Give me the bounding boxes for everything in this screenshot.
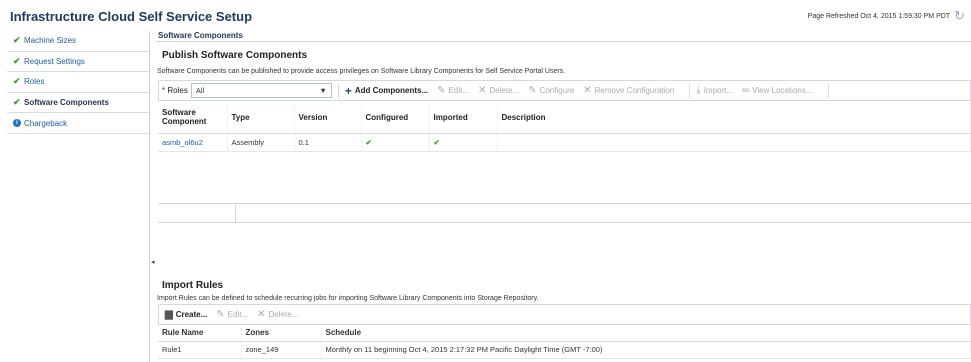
import-rules-title: Import Rules — [162, 280, 224, 291]
column-header-imported[interactable]: Imported — [429, 102, 498, 134]
column-header-version[interactable]: Version — [294, 102, 362, 134]
import-icon: ⤓ — [696, 85, 701, 96]
add-components-button[interactable]: + Add Components... — [345, 84, 428, 98]
import-rules-toolbar: ▆ Create... ✎ Edit... ✕ Delete... — [158, 304, 971, 325]
setup-sidebar: ✔ Machine Sizes ✔ Request Settings ✔ Rol… — [7, 31, 150, 362]
sidebar-item-label: Request Settings — [24, 56, 85, 66]
sidebar-item-machine-sizes[interactable]: ✔ Machine Sizes — [7, 31, 149, 52]
create-label: Create... — [175, 310, 208, 319]
edit-rule-button[interactable]: ✎ Edit... — [216, 309, 248, 320]
zones-cell: zone_149 — [241, 341, 322, 359]
delete-x-icon: ✕ — [257, 309, 266, 320]
schedule-cell: Monthly on 11 beginning Oct 4, 2015 2:17… — [321, 341, 971, 359]
software-component-link[interactable]: asmb_ol6u2 — [158, 133, 228, 152]
column-header-type[interactable]: Type — [227, 102, 295, 134]
pencil-icon: ✎ — [528, 85, 537, 96]
configured-check-icon: ✔ — [361, 133, 430, 152]
edit-button[interactable]: ✎ Edit... — [437, 85, 469, 96]
roles-label-text: Roles — [167, 86, 188, 95]
import-button[interactable]: ⤓ Import... — [696, 85, 733, 96]
delete-rule-label: Delete... — [268, 310, 299, 319]
column-header-zones[interactable]: Zones — [241, 325, 322, 342]
sidebar-item-chargeback[interactable]: i Chargeback — [7, 113, 149, 134]
delete-x-icon: ✕ — [583, 85, 592, 96]
add-components-label: Add Components... — [354, 86, 429, 95]
pencil-icon: ✎ — [216, 309, 225, 320]
version-cell: 0.1 — [294, 133, 362, 152]
column-header-software-component[interactable]: Software Component — [158, 102, 228, 134]
sidebar-item-label: Software Components — [24, 98, 109, 108]
configure-button[interactable]: ✎ Configure — [528, 85, 574, 96]
refresh-timestamp: Page Refreshed Oct 4, 2015 1:59:30 PM PD… — [807, 12, 951, 20]
delete-button[interactable]: ✕ Delete... — [478, 85, 519, 96]
column-header-rule-name[interactable]: Rule Name — [158, 325, 242, 342]
sidebar-item-roles[interactable]: ✔ Roles — [7, 72, 149, 93]
import-rules-table: Rule Name Zones Schedule Rule1 zone_149 … — [158, 325, 971, 359]
sidebar-item-label: Roles — [24, 77, 45, 87]
column-header-schedule[interactable]: Schedule — [321, 325, 971, 342]
remove-configuration-button[interactable]: ✕ Remove Configuration — [583, 85, 674, 96]
delete-rule-button[interactable]: ✕ Delete... — [257, 309, 298, 320]
table-header-row: Software Component Type Version Configur… — [158, 102, 971, 134]
view-locations-button[interactable]: ∞ View Locations... — [742, 85, 812, 96]
check-icon: ✔ — [13, 76, 21, 87]
required-marker: * — [162, 86, 166, 95]
panel-title: Publish Software Components — [162, 50, 308, 61]
check-icon: ✔ — [13, 35, 21, 46]
components-toolbar: * Roles All ▼ + Add Components... ✎ Edit… — [158, 80, 971, 101]
info-icon: i — [13, 119, 21, 128]
collapse-pane-handle[interactable]: ◂ — [151, 258, 155, 266]
table-footer — [158, 203, 971, 223]
pencil-icon: ✎ — [437, 85, 446, 96]
configure-label: Configure — [539, 86, 575, 95]
app-title: Infrastructure Cloud Self Service Setup — [10, 9, 253, 24]
sidebar-item-software-components[interactable]: ✔ Software Components — [7, 93, 149, 114]
sidebar-item-label: Machine Sizes — [24, 36, 77, 46]
table-header-row: Rule Name Zones Schedule — [158, 325, 971, 342]
type-cell: Assembly — [227, 133, 295, 152]
edit-label: Edit... — [448, 86, 469, 95]
check-icon: ✔ — [13, 55, 21, 66]
rule-name-cell: Rule1 — [158, 341, 242, 359]
delete-label: Delete... — [489, 86, 520, 95]
glasses-icon: ∞ — [742, 85, 750, 96]
check-icon: ✔ — [13, 97, 21, 108]
table-row[interactable]: asmb_ol6u2 Assembly 0.1 ✔ ✔ — [158, 133, 971, 152]
view-locations-label: View Locations... — [752, 86, 813, 95]
dropdown-arrow-icon: ▼ — [319, 86, 327, 95]
roles-label: * Roles — [162, 86, 188, 95]
import-label: Import... — [703, 86, 734, 95]
toolbar-divider — [337, 83, 339, 98]
toolbar-divider — [827, 83, 829, 98]
roles-select[interactable]: All ▼ — [190, 83, 332, 98]
main-content: Software Components Publish Software Com… — [156, 31, 971, 362]
page-refresh-status: Page Refreshed Oct 4, 2015 1:59:30 PM PD… — [807, 9, 965, 22]
import-rules-description: Import Rules can be defined to schedule … — [157, 295, 539, 302]
plus-icon: + — [344, 83, 352, 98]
create-icon: ▆ — [165, 309, 173, 320]
remove-configuration-label: Remove Configuration — [594, 86, 675, 95]
sidebar-item-request-settings[interactable]: ✔ Request Settings — [7, 52, 149, 73]
roles-select-value: All — [195, 86, 205, 95]
description-cell — [497, 133, 971, 152]
app-header: Infrastructure Cloud Self Service Setup … — [0, 0, 971, 29]
panel-description: Software Components can be published to … — [157, 68, 566, 75]
delete-x-icon: ✕ — [478, 85, 487, 96]
column-header-configured[interactable]: Configured — [361, 102, 430, 134]
column-header-description[interactable]: Description — [497, 102, 971, 134]
edit-rule-label: Edit... — [227, 310, 249, 319]
sidebar-item-label: Chargeback — [24, 118, 68, 128]
table-footer-cell — [158, 204, 236, 222]
section-title: Software Components — [156, 31, 971, 42]
imported-check-icon: ✔ — [429, 133, 498, 152]
toolbar-divider — [689, 83, 691, 98]
software-components-table: Software Component Type Version Configur… — [158, 102, 971, 152]
create-rule-button[interactable]: ▆ Create... — [165, 309, 207, 320]
refresh-icon[interactable]: ↻ — [954, 9, 965, 22]
table-row[interactable]: Rule1 zone_149 Monthly on 11 beginning O… — [158, 341, 971, 359]
